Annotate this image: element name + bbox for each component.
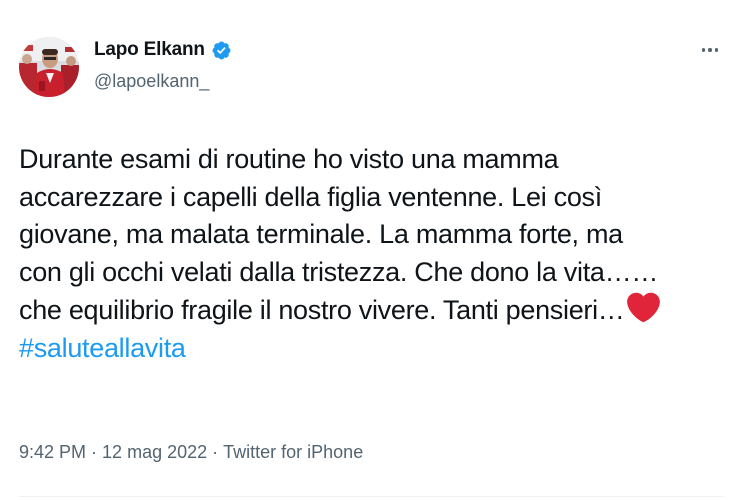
tweet-line: accarezzare i capelli della figlia vente… <box>19 181 602 212</box>
more-dot <box>701 48 706 52</box>
meta-separator: · <box>212 442 219 462</box>
avatar[interactable] <box>19 37 79 97</box>
hashtag-link[interactable]: #saluteallavita <box>19 330 724 368</box>
tweet-meta: 9:42 PM · 12 mag 2022 · Twitter for iPhone <box>19 442 363 463</box>
tweet-card: Lapo Elkann @lapoelkann_ Durante esami d… <box>0 0 740 500</box>
tweet-line: che equilibrio fragile il nostro vivere.… <box>19 295 625 325</box>
tweet-date[interactable]: 12 mag 2022 <box>102 442 207 462</box>
divider <box>19 496 724 497</box>
meta-separator: · <box>91 442 98 462</box>
author-handle[interactable]: @lapoelkann_ <box>94 71 209 92</box>
more-options-icon[interactable] <box>696 40 724 60</box>
tweet-text: Durante esami di routine ho visto una ma… <box>19 141 724 367</box>
red-heart-icon <box>626 292 660 323</box>
verified-badge-icon <box>212 41 231 59</box>
tweet-source[interactable]: Twitter for iPhone <box>223 442 363 462</box>
tweet-line: con gli occhi velati dalla tristezza. Ch… <box>19 256 659 287</box>
tweet-line-with-emoji: che equilibrio fragile il nostro vivere.… <box>19 291 724 330</box>
author-row: Lapo Elkann <box>94 39 232 61</box>
more-dot <box>708 48 712 52</box>
tweet-line: Durante esami di routine ho visto una ma… <box>19 144 559 174</box>
tweet-line: giovane, ma malata terminale. La mamma f… <box>19 219 623 249</box>
tweet-time[interactable]: 9:42 PM <box>19 442 86 462</box>
avatar-photo <box>19 37 79 97</box>
author-display-name[interactable]: Lapo Elkann <box>94 39 205 61</box>
more-dot <box>714 48 719 52</box>
